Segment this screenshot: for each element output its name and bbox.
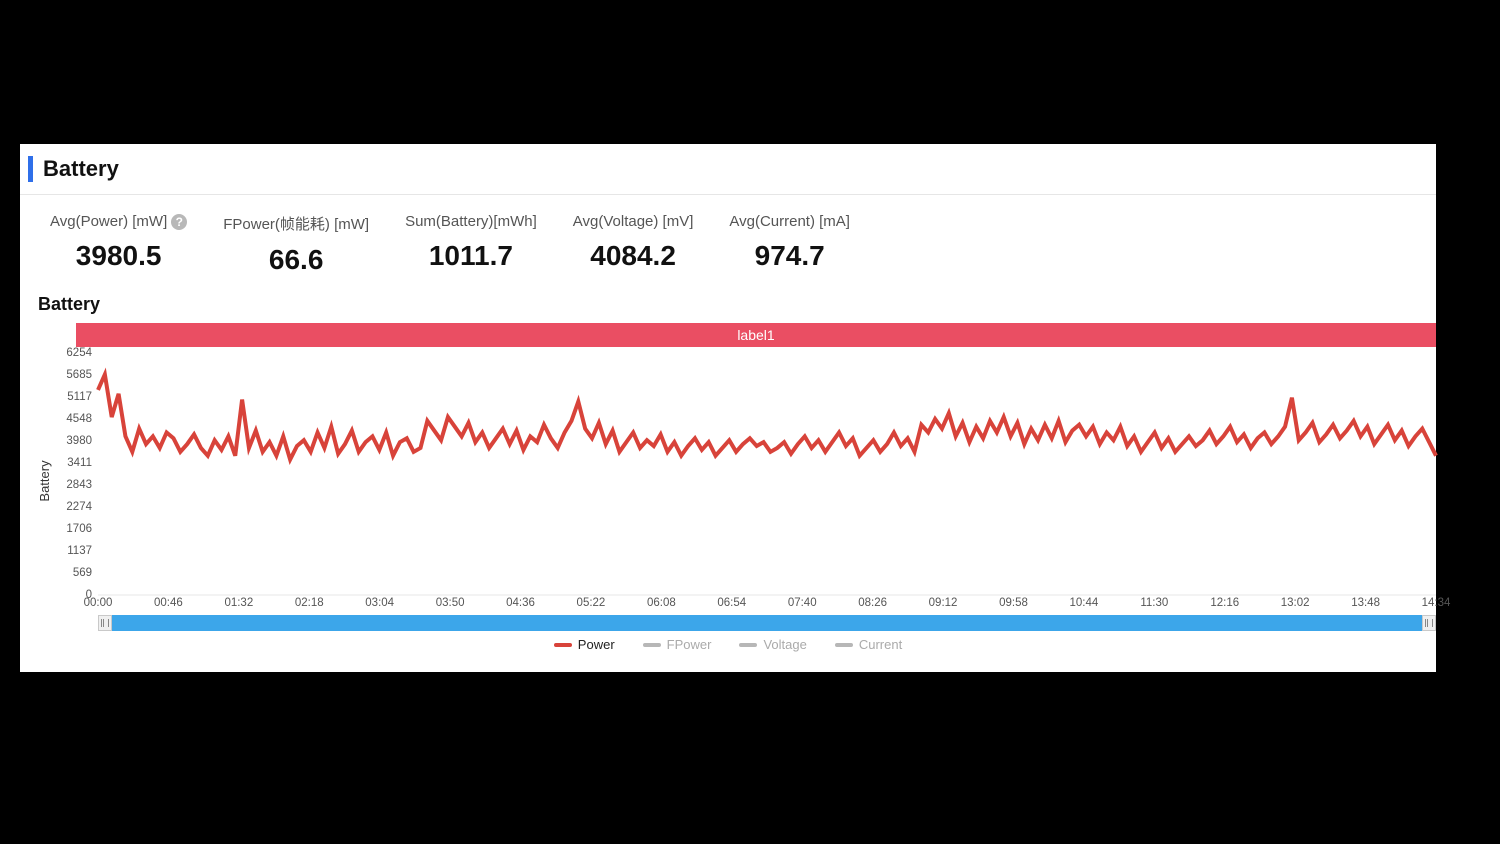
metric-label: Avg(Power) [mW]? — [50, 213, 187, 230]
panel-title: Battery — [43, 156, 119, 182]
y-tick: 4548 — [66, 413, 92, 425]
legend-label: Power — [578, 637, 615, 652]
y-tick: 569 — [73, 567, 92, 579]
legend-item-voltage[interactable]: Voltage — [739, 637, 806, 652]
x-tick: 04:36 — [506, 597, 535, 609]
legend-label: Current — [859, 637, 902, 652]
x-tick: 09:12 — [929, 597, 958, 609]
plot: 0569113717062274284334113980454851175685… — [56, 353, 1436, 615]
x-tick: 12:16 — [1210, 597, 1239, 609]
scrubber-track[interactable] — [112, 615, 1422, 631]
x-tick: 11:30 — [1140, 597, 1168, 609]
y-tick: 5117 — [67, 391, 92, 403]
x-tick: 01:32 — [224, 597, 253, 609]
metric-value: 4084.2 — [590, 240, 676, 272]
metric-label: FPower(帧能耗) [mW] — [223, 213, 369, 234]
y-axis-ticks: 0569113717062274284334113980454851175685… — [56, 353, 96, 595]
legend-item-power[interactable]: Power — [554, 637, 615, 652]
title-accent — [28, 156, 33, 182]
scrubber-handle-right[interactable] — [1422, 615, 1436, 631]
panel-header: Battery — [20, 144, 1436, 195]
time-scrubber[interactable] — [98, 615, 1436, 631]
metrics-row: Avg(Power) [mW]? 3980.5 FPower(帧能耗) [mW] 66… — [20, 195, 1436, 288]
metric-value: 974.7 — [755, 240, 825, 272]
metric-4: Avg(Current) [mA] 974.7 — [711, 213, 868, 276]
chart-legend: Power FPower Voltage Current — [20, 631, 1436, 652]
x-tick: 13:02 — [1281, 597, 1310, 609]
x-tick: 00:00 — [84, 597, 113, 609]
x-tick: 03:04 — [365, 597, 394, 609]
chart-title: Battery — [20, 288, 1436, 323]
help-icon[interactable]: ? — [171, 214, 187, 230]
metric-value: 1011.7 — [429, 240, 513, 272]
metric-label: Avg(Voltage) [mV] — [573, 213, 694, 230]
y-tick: 5685 — [66, 369, 92, 381]
y-axis-title: Battery — [37, 460, 52, 501]
x-tick: 02:18 — [295, 597, 324, 609]
y-tick: 1137 — [67, 545, 92, 557]
y-tick: 2274 — [66, 501, 92, 513]
y-tick: 2843 — [66, 479, 92, 491]
x-tick: 08:26 — [858, 597, 887, 609]
legend-item-current[interactable]: Current — [835, 637, 902, 652]
metric-3: Avg(Voltage) [mV] 4084.2 — [555, 213, 712, 276]
metric-label: Sum(Battery)[mWh] — [405, 213, 537, 230]
x-tick: 00:46 — [154, 597, 183, 609]
legend-swatch — [739, 643, 757, 647]
x-tick: 06:54 — [717, 597, 746, 609]
chart-area: Battery 05691137170622742843341139804548… — [20, 347, 1436, 615]
x-axis-ticks: 00:0000:4601:3202:1803:0403:5004:3605:22… — [98, 597, 1436, 615]
x-tick: 14:34 — [1422, 597, 1451, 609]
x-tick: 09:58 — [999, 597, 1028, 609]
metric-0: Avg(Power) [mW]? 3980.5 — [32, 213, 205, 276]
metric-label: Avg(Current) [mA] — [729, 213, 850, 230]
x-tick: 07:40 — [788, 597, 817, 609]
y-tick: 1706 — [66, 523, 92, 535]
x-tick: 13:48 — [1351, 597, 1380, 609]
legend-item-fpower[interactable]: FPower — [643, 637, 712, 652]
region-label-bar[interactable]: label1 — [76, 323, 1436, 347]
legend-swatch — [643, 643, 661, 647]
metric-value: 3980.5 — [76, 240, 162, 272]
y-tick: 3411 — [67, 457, 92, 469]
legend-swatch — [835, 643, 853, 647]
legend-label: FPower — [667, 637, 712, 652]
battery-panel: Battery Avg(Power) [mW]? 3980.5 FPower(帧能耗… — [20, 144, 1436, 672]
x-tick: 05:22 — [577, 597, 606, 609]
legend-swatch — [554, 643, 572, 647]
x-tick: 03:50 — [436, 597, 465, 609]
y-tick: 3980 — [66, 435, 92, 447]
metric-1: FPower(帧能耗) [mW] 66.6 — [205, 213, 387, 276]
metric-value: 66.6 — [269, 244, 324, 276]
legend-label: Voltage — [763, 637, 806, 652]
x-tick: 06:08 — [647, 597, 676, 609]
scrubber-handle-left[interactable] — [98, 615, 112, 631]
series-power[interactable] — [98, 374, 1436, 459]
plot-area[interactable] — [98, 353, 1436, 595]
metric-2: Sum(Battery)[mWh] 1011.7 — [387, 213, 555, 276]
x-tick: 10:44 — [1070, 597, 1099, 609]
y-tick: 6254 — [66, 347, 92, 359]
